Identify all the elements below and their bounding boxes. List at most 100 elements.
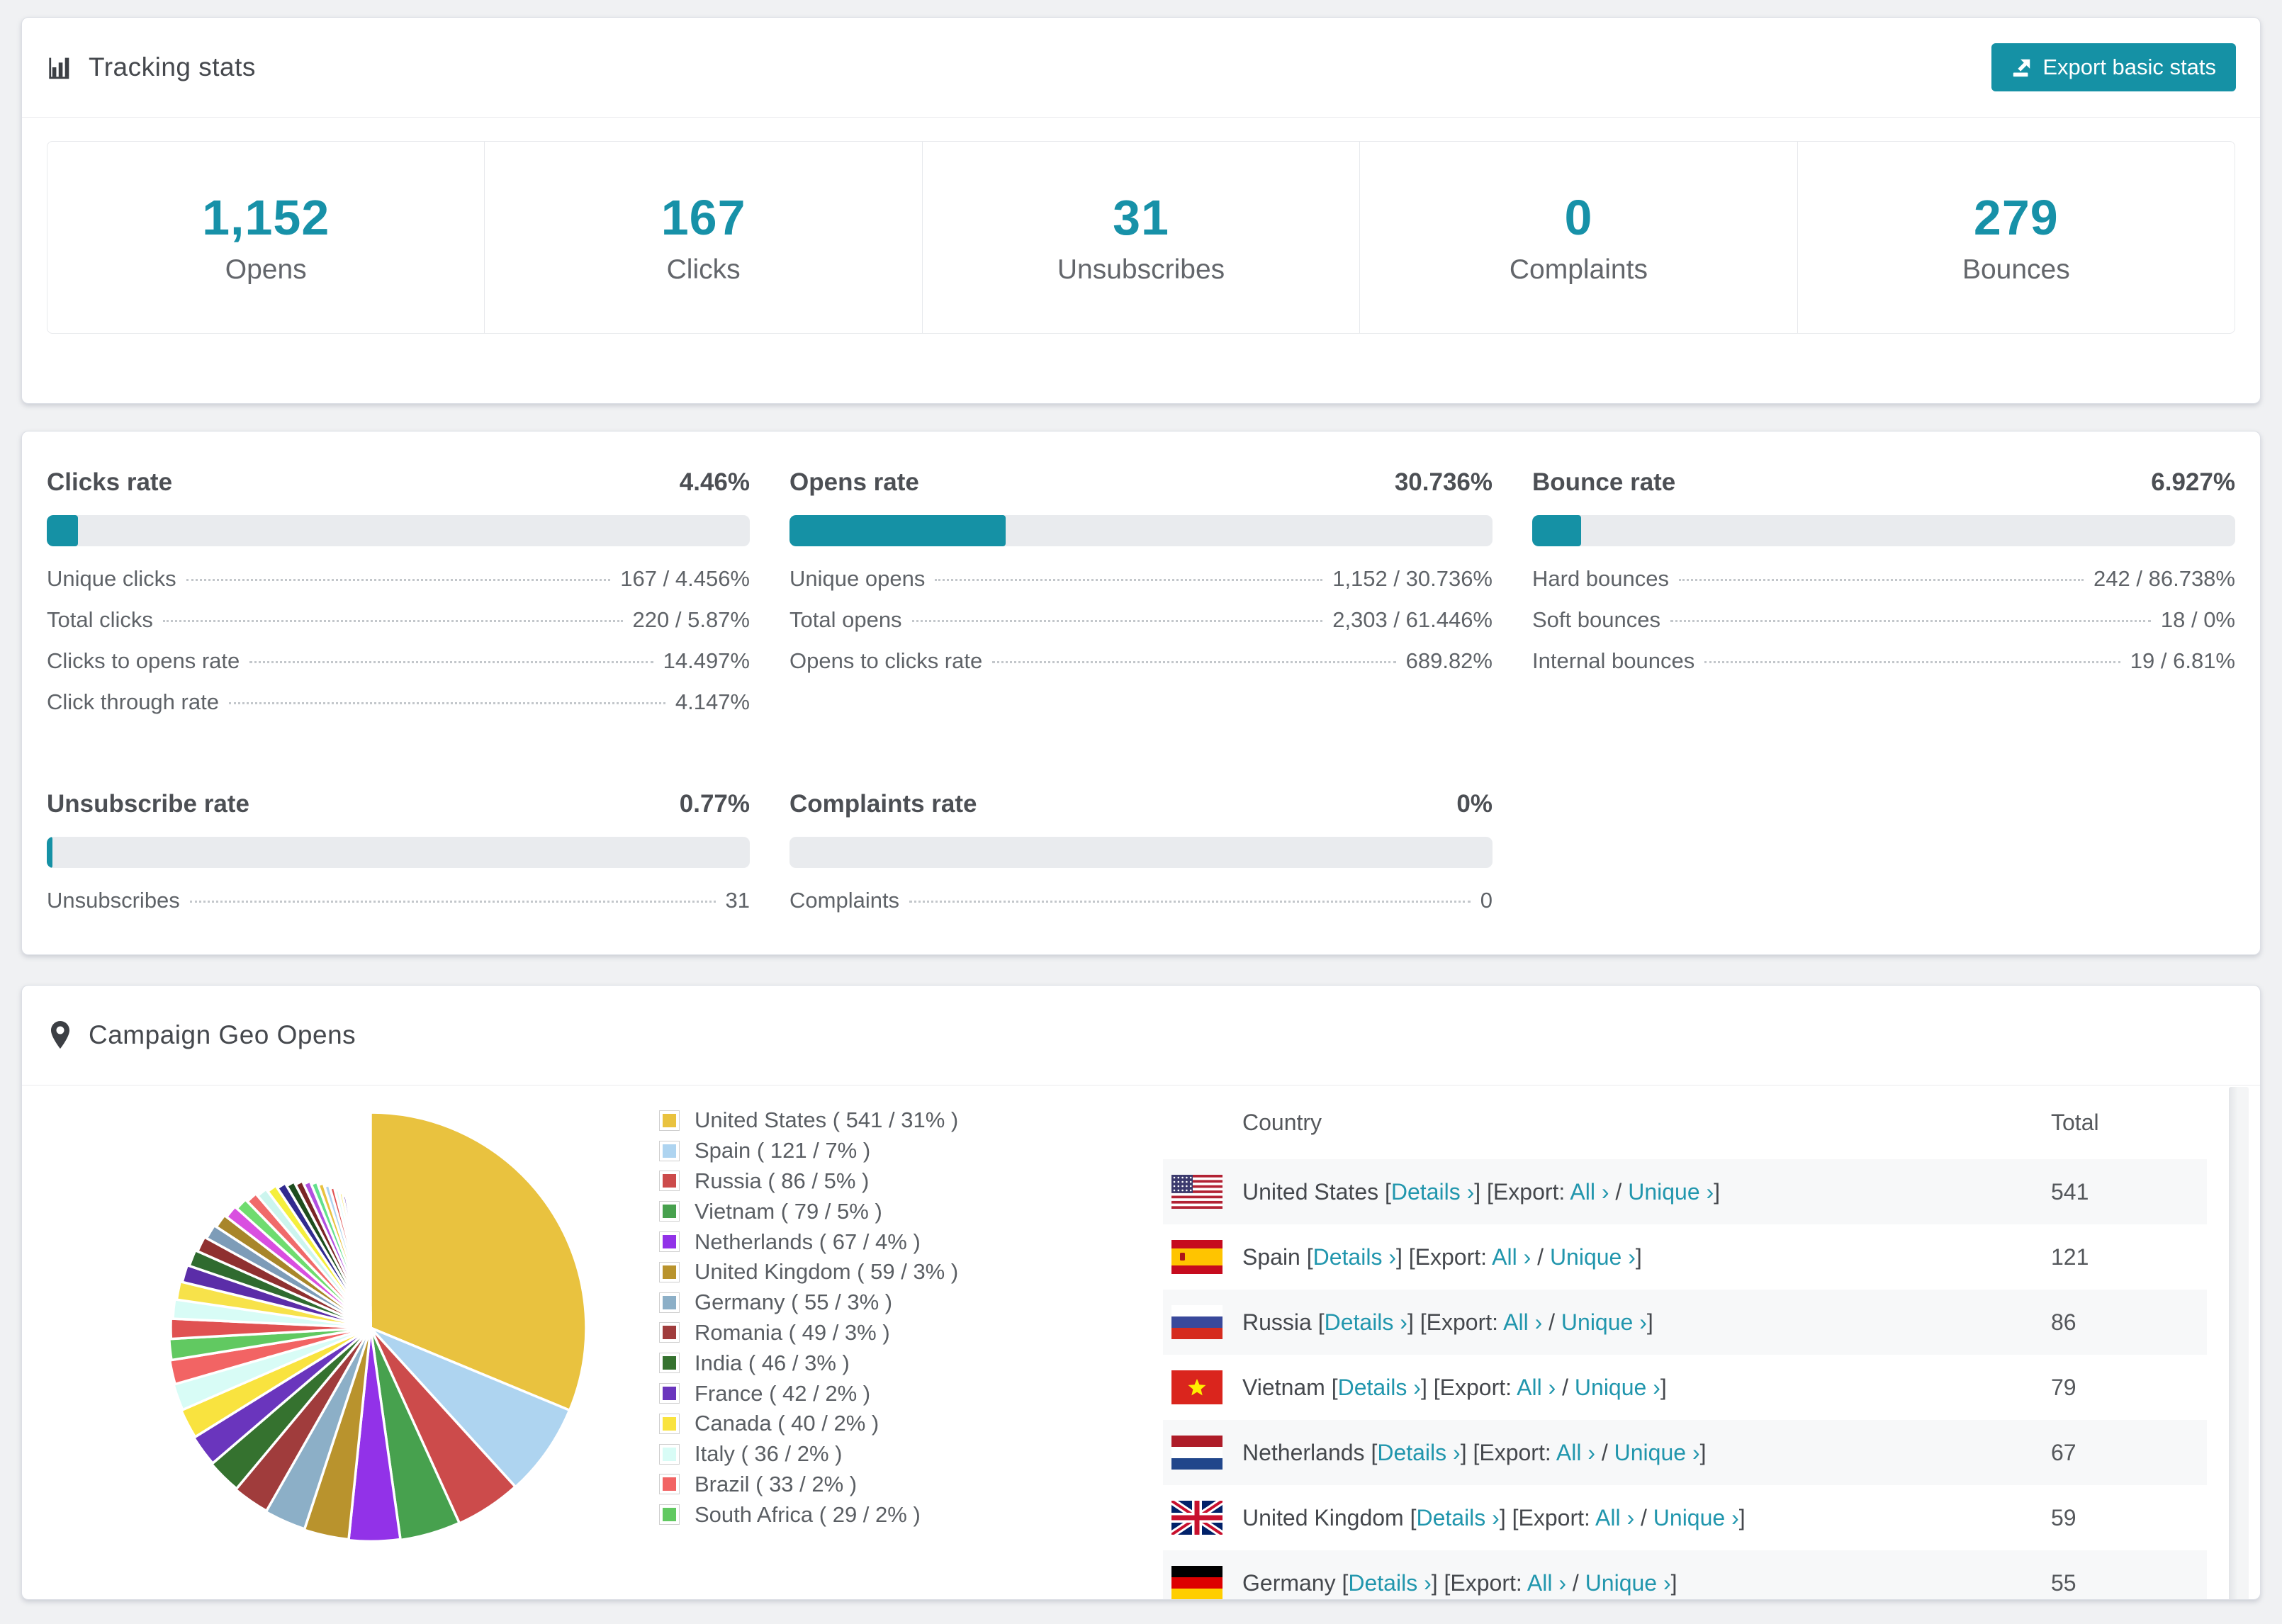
details-link[interactable]: Details › <box>1377 1440 1460 1465</box>
export-all-link[interactable]: All › <box>1503 1309 1542 1335</box>
dotted-leader <box>162 620 623 622</box>
country-cell: United States [Details ›] [Export: All ›… <box>1242 1179 2051 1205</box>
export-all-link[interactable]: All › <box>1595 1505 1634 1530</box>
country-cell: United Kingdom [Details ›] [Export: All … <box>1242 1505 2051 1531</box>
rate-progress-fill <box>1532 515 1581 546</box>
rate-row: Clicks to opens rate 14.497% <box>47 648 750 689</box>
bracket: [ <box>1317 1309 1325 1335</box>
export-all-link[interactable]: All › <box>1492 1244 1531 1270</box>
table-scrollbar[interactable] <box>2229 1087 2249 1599</box>
rate-progress-bar <box>1532 515 2235 546</box>
details-link[interactable]: Details › <box>1348 1570 1431 1596</box>
rate-value: 6.927% <box>2151 468 2235 496</box>
rate-row-label: Internal bounces <box>1532 648 1695 673</box>
table-row-us: United States [Details ›] [Export: All ›… <box>1163 1159 2207 1224</box>
table-row-de: Germany [Details ›] [Export: All › / Uni… <box>1163 1550 2207 1599</box>
export-unique-link[interactable]: Unique › <box>1550 1244 1636 1270</box>
legend-item: United States ( 541 / 31% ) <box>659 1105 958 1136</box>
legend-item: Russia ( 86 / 5% ) <box>659 1166 958 1197</box>
legend-swatch <box>659 1383 680 1404</box>
rate-block-opens-rate: Opens rate 30.736% Unique opens 1,152 / 30.… <box>789 468 1493 731</box>
details-link[interactable]: Details › <box>1325 1309 1407 1335</box>
dotted-leader <box>228 702 665 704</box>
stat-cell-complaints: 0 Complaints <box>1359 142 1797 333</box>
rate-title-row: Clicks rate 4.46% <box>47 468 750 497</box>
rate-row-label: Total opens <box>789 607 902 632</box>
legend-label: India ( 46 / 3% ) <box>695 1350 850 1375</box>
export-unique-link[interactable]: Unique › <box>1628 1179 1714 1205</box>
legend-item: Italy ( 36 / 2% ) <box>659 1439 958 1470</box>
country-name: Germany <box>1242 1569 1342 1596</box>
rate-row-label: Click through rate <box>47 689 219 714</box>
geo-table: Country Total United States [Details ›] … <box>1163 1086 2207 1599</box>
country-name: United Kingdom <box>1242 1504 1410 1530</box>
legend-item: Germany ( 55 / 3% ) <box>659 1287 958 1318</box>
table-row-ru: Russia [Details ›] [Export: All › / Uniq… <box>1163 1290 2207 1355</box>
details-link[interactable]: Details › <box>1391 1179 1474 1205</box>
bracket: ] <box>1699 1439 1707 1465</box>
geo-table-rows: United States [Details ›] [Export: All ›… <box>1163 1159 2207 1599</box>
rate-title: Bounce rate <box>1532 468 1676 496</box>
stat-value: 1,152 <box>202 190 330 245</box>
dotted-leader <box>249 661 653 663</box>
rate-row: Opens to clicks rate 689.82% <box>789 648 1493 689</box>
rate-value: 0% <box>1456 790 1493 818</box>
export-all-link[interactable]: All › <box>1570 1179 1609 1205</box>
geo-opens-header: Campaign Geo Opens <box>22 986 2260 1086</box>
flag-icon-nl <box>1171 1436 1222 1470</box>
rate-title: Unsubscribe rate <box>47 790 249 818</box>
rate-row-value: 167 / 4.456% <box>620 566 750 591</box>
legend-item: Spain ( 121 / 7% ) <box>659 1136 958 1166</box>
stat-label: Clicks <box>666 254 741 285</box>
export-all-link[interactable]: All › <box>1527 1570 1566 1596</box>
export-unique-link[interactable]: Unique › <box>1653 1505 1739 1530</box>
bracket: [ <box>1371 1439 1378 1465</box>
details-link[interactable]: Details › <box>1313 1244 1396 1270</box>
export-all-link[interactable]: All › <box>1517 1375 1556 1400</box>
geo-pie-chart[interactable] <box>141 1098 600 1557</box>
flag-icon-es <box>1171 1240 1222 1274</box>
rate-row: Internal bounces 19 / 6.81% <box>1532 648 2235 689</box>
tracking-stats-header: Tracking stats Export basic stats <box>22 18 2260 118</box>
rate-title-row: Bounce rate 6.927% <box>1532 468 2235 497</box>
total-cell: 55 <box>2051 1569 2076 1596</box>
rate-title-row: Opens rate 30.736% <box>789 468 1493 497</box>
rate-row-value: 31 <box>725 888 750 913</box>
total-cell: 86 <box>2051 1309 2076 1335</box>
export-basic-stats-button[interactable]: Export basic stats <box>1991 43 2236 91</box>
details-link[interactable]: Details › <box>1338 1375 1421 1400</box>
details-link[interactable]: Details › <box>1416 1505 1499 1530</box>
export-unique-link[interactable]: Unique › <box>1575 1375 1660 1400</box>
legend-label: Brazil ( 33 / 2% ) <box>695 1471 858 1496</box>
rate-title: Opens rate <box>789 468 919 496</box>
rate-row-label: Unique clicks <box>47 566 176 591</box>
rate-row: Total clicks 220 / 5.87% <box>47 607 750 648</box>
export-icon <box>2011 57 2033 78</box>
legend-label: Romania ( 49 / 3% ) <box>695 1319 890 1345</box>
rate-title: Clicks rate <box>47 468 173 496</box>
rate-block-clicks-rate: Clicks rate 4.46% Unique clicks 167 / 4.456… <box>47 468 750 731</box>
table-row-nl: Netherlands [Details ›] [Export: All › /… <box>1163 1420 2207 1485</box>
separator: / <box>1595 1439 1614 1465</box>
rate-progress-bar <box>47 515 750 546</box>
flag-icon-de <box>1171 1566 1222 1599</box>
export-all-link[interactable]: All › <box>1556 1440 1595 1465</box>
rate-progress-bar <box>47 837 750 868</box>
rate-row-label: Hard bounces <box>1532 566 1670 591</box>
stat-label: Unsubscribes <box>1057 254 1225 285</box>
export-unique-link[interactable]: Unique › <box>1561 1309 1647 1335</box>
legend-swatch <box>659 1171 680 1192</box>
legend-swatch <box>659 1474 680 1495</box>
export-unique-link[interactable]: Unique › <box>1614 1440 1700 1465</box>
rate-row-label: Clicks to opens rate <box>47 648 240 673</box>
export-unique-link[interactable]: Unique › <box>1585 1570 1671 1596</box>
bracket: ] [Export: <box>1460 1439 1556 1465</box>
rate-row-label: Total clicks <box>47 607 153 632</box>
column-header-total: Total <box>2051 1109 2099 1135</box>
flag-icon-us <box>1171 1175 1222 1209</box>
legend-item: Netherlands ( 67 / 4% ) <box>659 1227 958 1257</box>
stat-cell-clicks: 167 Clicks <box>484 142 921 333</box>
rate-progress-bar <box>789 837 1493 868</box>
legend-item: South Africa ( 29 / 2% ) <box>659 1499 958 1530</box>
stat-label: Opens <box>225 254 307 285</box>
